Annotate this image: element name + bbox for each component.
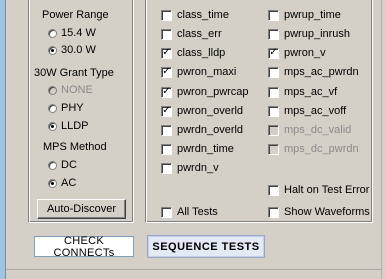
checkmark-icon: ✓: [268, 47, 279, 59]
checkbox-mps-ac-pwrdn[interactable]: mps_ac_pwrdn: [268, 65, 359, 79]
checkbox-label: pwron_maxi: [177, 66, 237, 78]
radio-label: 15.4 W: [61, 27, 96, 39]
checkbox-box: [268, 184, 279, 196]
checkbox-pwrdn-overld[interactable]: pwrdn_overld: [161, 123, 243, 137]
checkbox-pwron-maxi[interactable]: ✓ pwron_maxi: [161, 65, 236, 79]
radio-label: DC: [61, 159, 77, 171]
checkbox-label: pwron_v: [284, 47, 326, 59]
checkbox-label: mps_ac_pwrdn: [284, 66, 359, 78]
checkbox-mps-dc-valid: mps_dc_valid: [268, 123, 351, 137]
radio-dc[interactable]: DC: [48, 158, 77, 172]
checkbox-label: mps_dc_valid: [284, 124, 352, 136]
checkbox-class-time[interactable]: class_time: [161, 8, 229, 22]
radio-ac[interactable]: AC: [48, 176, 76, 190]
radio-30w[interactable]: 30.0 W: [48, 43, 96, 57]
checkbox-class-err[interactable]: class_err: [161, 27, 222, 41]
radio-label: AC: [61, 177, 77, 189]
radio-lldp[interactable]: LLDP: [48, 119, 89, 133]
checkbox-box: [161, 206, 172, 218]
radio-indicator: [48, 121, 57, 131]
checkbox-label: Show Waveforms: [284, 206, 370, 218]
radio-label: NONE: [61, 84, 93, 96]
window-frame-left: [0, 0, 6, 279]
check-connects-button[interactable]: CHECK CONNECTs: [34, 235, 134, 259]
radio-indicator: [48, 103, 57, 113]
radio-indicator: [48, 160, 57, 170]
divider: [6, 269, 385, 270]
checkbox-pwron-v[interactable]: ✓ pwron_v: [268, 46, 326, 60]
checkbox-label: Halt on Test Error: [284, 184, 370, 196]
checkbox-box: [268, 66, 279, 78]
checkbox-label: pwrdn_v: [177, 162, 219, 174]
checkbox-label: All Tests: [177, 206, 218, 218]
mps-method-label: MPS Method: [43, 141, 107, 153]
checkbox-box: [268, 206, 279, 218]
checkbox-label: pwrup_time: [284, 9, 341, 21]
checkbox-box: [161, 124, 172, 136]
checkbox-label: class_time: [177, 9, 229, 21]
sequence-tests-button[interactable]: SEQUENCE TESTS: [147, 235, 265, 258]
checkbox-box: [268, 86, 279, 98]
radio-label: PHY: [61, 102, 84, 114]
checkbox-box: [161, 162, 172, 174]
checkbox-pwron-overld[interactable]: ✓ pwron_overld: [161, 104, 243, 118]
radio-indicator: [48, 45, 57, 55]
checkbox-box: [268, 28, 279, 40]
checkbox-label: pwrdn_time: [177, 143, 234, 155]
radio-label: 30.0 W: [61, 44, 96, 56]
checkbox-box: [161, 28, 172, 40]
checkbox-label: class_err: [177, 28, 222, 40]
radio-indicator: [48, 28, 57, 38]
checkbox-label: pwrdn_overld: [177, 124, 244, 136]
radio-15-4w[interactable]: 15.4 W: [48, 26, 96, 40]
checkmark-icon: ✓: [161, 66, 172, 78]
checkbox-label: mps_ac_vf: [284, 86, 338, 98]
power-range-label: Power Range: [42, 9, 109, 21]
checkbox-box: [268, 105, 279, 117]
checkbox-class-lldp[interactable]: ✓ class_lldp: [161, 46, 225, 60]
checkbox-pwron-pwrcap[interactable]: ✓ pwron_pwrcap: [161, 85, 249, 99]
radio-label: LLDP: [61, 120, 89, 132]
grant-type-label: 30W Grant Type: [34, 67, 114, 79]
radio-phy[interactable]: PHY: [48, 101, 84, 115]
checkbox-pwrup-time[interactable]: pwrup_time: [268, 8, 341, 22]
checkbox-label: pwron_overld: [177, 105, 244, 117]
auto-discover-button[interactable]: Auto-Discover: [37, 199, 126, 219]
checkmark-icon: ✓: [161, 47, 172, 59]
checkbox-pwrdn-v[interactable]: pwrdn_v: [161, 161, 219, 175]
checkbox-box: [161, 9, 172, 21]
checkbox-box: [161, 143, 172, 155]
radio-indicator: [48, 178, 57, 188]
checkbox-all-tests[interactable]: All Tests: [161, 205, 218, 219]
checkbox-mps-dc-pwrdn: mps_dc_pwrdn: [268, 142, 359, 156]
settings-panel: Power Range 15.4 W 30.0 W 30W Grant Type…: [28, 0, 134, 223]
tests-panel: class_time class_err ✓ class_lldp ✓ pwro…: [145, 0, 373, 223]
checkbox-label: mps_dc_pwrdn: [284, 143, 359, 155]
checkbox-label: class_lldp: [177, 47, 226, 59]
checkmark-icon: ✓: [161, 86, 172, 98]
checkbox-label: mps_ac_voff: [284, 105, 347, 117]
checkbox-pwrdn-time[interactable]: pwrdn_time: [161, 142, 234, 156]
checkbox-box: [268, 143, 279, 155]
checkbox-label: pwrup_inrush: [284, 28, 351, 40]
checkbox-show-waveforms[interactable]: Show Waveforms: [268, 205, 370, 219]
checkbox-label: pwron_pwrcap: [177, 86, 249, 98]
radio-indicator: [48, 85, 57, 95]
radio-none: NONE: [48, 83, 93, 97]
window-frame-right: [381, 0, 385, 279]
checkbox-box: [268, 9, 279, 21]
checkmark-icon: ✓: [161, 105, 172, 117]
checkbox-mps-ac-voff[interactable]: mps_ac_voff: [268, 104, 346, 118]
checkbox-box: [268, 124, 279, 136]
checkbox-pwrup-inrush[interactable]: pwrup_inrush: [268, 27, 350, 41]
checkbox-mps-ac-vf[interactable]: mps_ac_vf: [268, 85, 337, 99]
checkbox-halt-on-error[interactable]: Halt on Test Error: [268, 183, 369, 197]
